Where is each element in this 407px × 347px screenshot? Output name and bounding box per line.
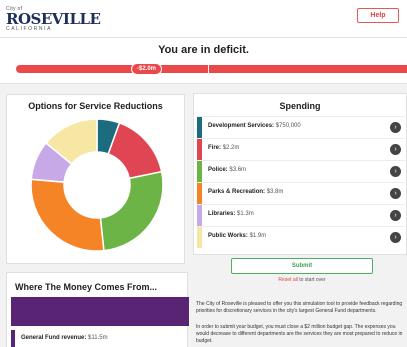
spending-item-text: Police: $3.6m bbox=[208, 167, 246, 173]
revenue-item-text: General Fund revenue: $11.5m bbox=[21, 335, 108, 341]
revenue-panel: Where The Money Comes From... General Fu… bbox=[6, 272, 189, 347]
color-swatch bbox=[197, 117, 202, 138]
logo-main-text: ROSEVILLE bbox=[6, 10, 101, 28]
reset-all-link[interactable]: Reset all bbox=[278, 277, 297, 283]
chevron-right-icon[interactable]: › bbox=[390, 144, 401, 155]
spending-item-fire[interactable]: Fire: $2.2m › bbox=[197, 138, 405, 160]
spending-item-text: Libraries: $1.3m bbox=[208, 211, 254, 217]
deficit-banner: You are in deficit. -$2.0m bbox=[0, 38, 407, 84]
help-button[interactable]: Help bbox=[357, 8, 399, 23]
intro-paragraph-1: The City of Roseville is pleased to offe… bbox=[196, 301, 403, 314]
spending-item-text: Fire: $2.2m bbox=[208, 145, 239, 151]
chevron-right-icon[interactable]: › bbox=[390, 232, 401, 243]
spending-item-value: $1.9m bbox=[249, 233, 267, 239]
donut-slice-police[interactable] bbox=[99, 170, 164, 252]
revenue-item-value: $11.5m bbox=[88, 335, 108, 341]
chevron-right-icon[interactable]: › bbox=[390, 188, 401, 199]
spending-item-label: Development Services: bbox=[208, 123, 275, 129]
spending-item-label: Parks & Recreation: bbox=[208, 189, 266, 195]
spending-item-value: $1.3m bbox=[237, 211, 254, 217]
color-swatch bbox=[197, 139, 202, 160]
spending-panel: Spending Development Services: $750,000 … bbox=[193, 93, 407, 255]
chevron-right-icon[interactable]: › bbox=[390, 210, 401, 221]
spending-item-police[interactable]: Police: $3.6m › bbox=[197, 160, 405, 182]
deficit-amount-badge: -$2.0m bbox=[131, 63, 163, 75]
color-swatch bbox=[197, 161, 202, 182]
spending-item-label: Police: bbox=[208, 167, 228, 173]
spending-item-text: Parks & Recreation: $3.8m bbox=[208, 189, 283, 195]
spending-item-parks-recreation[interactable]: Parks & Recreation: $3.8m › bbox=[197, 182, 405, 204]
color-swatch bbox=[197, 227, 202, 248]
chevron-right-icon[interactable]: › bbox=[390, 166, 401, 177]
spending-item-public-works[interactable]: Public Works: $1.9m › bbox=[197, 226, 405, 248]
spending-item-libraries[interactable]: Libraries: $1.3m › bbox=[197, 204, 405, 226]
deficit-zero-marker bbox=[208, 65, 209, 73]
donut-slice-parks-recreation[interactable] bbox=[30, 178, 105, 252]
revenue-bar bbox=[11, 297, 189, 326]
deficit-title: You are in deficit. bbox=[158, 44, 249, 56]
color-swatch bbox=[197, 205, 202, 226]
spending-title: Spending bbox=[279, 101, 321, 111]
intro-text: The City of Roseville is pleased to offe… bbox=[196, 301, 403, 347]
donut-slice-fire[interactable] bbox=[107, 121, 163, 180]
service-reductions-donut-chart bbox=[30, 118, 164, 252]
intro-paragraph-2: In order to submit your budget, you must… bbox=[196, 324, 403, 344]
revenue-title: Where The Money Comes From... bbox=[15, 282, 158, 292]
spending-item-value: $3.6m bbox=[229, 167, 247, 173]
header: City of ROSEVILLE CALIFORNIA Help bbox=[0, 0, 407, 38]
spending-item-label: Public Works: bbox=[208, 233, 248, 239]
spending-item-value: $750,000 bbox=[275, 123, 301, 129]
reset-line: Reset all to start over bbox=[231, 277, 373, 283]
reset-suffix: to start over bbox=[299, 277, 326, 283]
submit-button[interactable]: Submit bbox=[231, 258, 373, 274]
options-title: Options for Service Reductions bbox=[28, 101, 163, 111]
page: City of ROSEVILLE CALIFORNIA Help You ar… bbox=[0, 0, 407, 347]
roseville-logo[interactable]: City of ROSEVILLE CALIFORNIA bbox=[6, 7, 101, 33]
spending-item-text: Public Works: $1.9m bbox=[208, 233, 266, 239]
revenue-item-label: General Fund revenue: bbox=[21, 335, 87, 341]
spending-item-value: $3.8m bbox=[266, 189, 284, 195]
spending-item-label: Fire: bbox=[208, 145, 222, 151]
color-swatch bbox=[11, 330, 15, 347]
chevron-right-icon[interactable]: › bbox=[390, 122, 401, 133]
color-swatch bbox=[197, 183, 202, 204]
spending-item-text: Development Services: $750,000 bbox=[208, 123, 301, 129]
deficit-bar bbox=[16, 65, 407, 73]
spending-item-development-services[interactable]: Development Services: $750,000 › bbox=[197, 116, 405, 138]
spending-item-label: Libraries: bbox=[208, 211, 236, 217]
revenue-item-general-fund[interactable]: General Fund revenue: $11.5m bbox=[11, 330, 189, 347]
options-panel: Options for Service Reductions bbox=[6, 94, 185, 264]
spending-item-value: $2.2m bbox=[222, 145, 240, 151]
